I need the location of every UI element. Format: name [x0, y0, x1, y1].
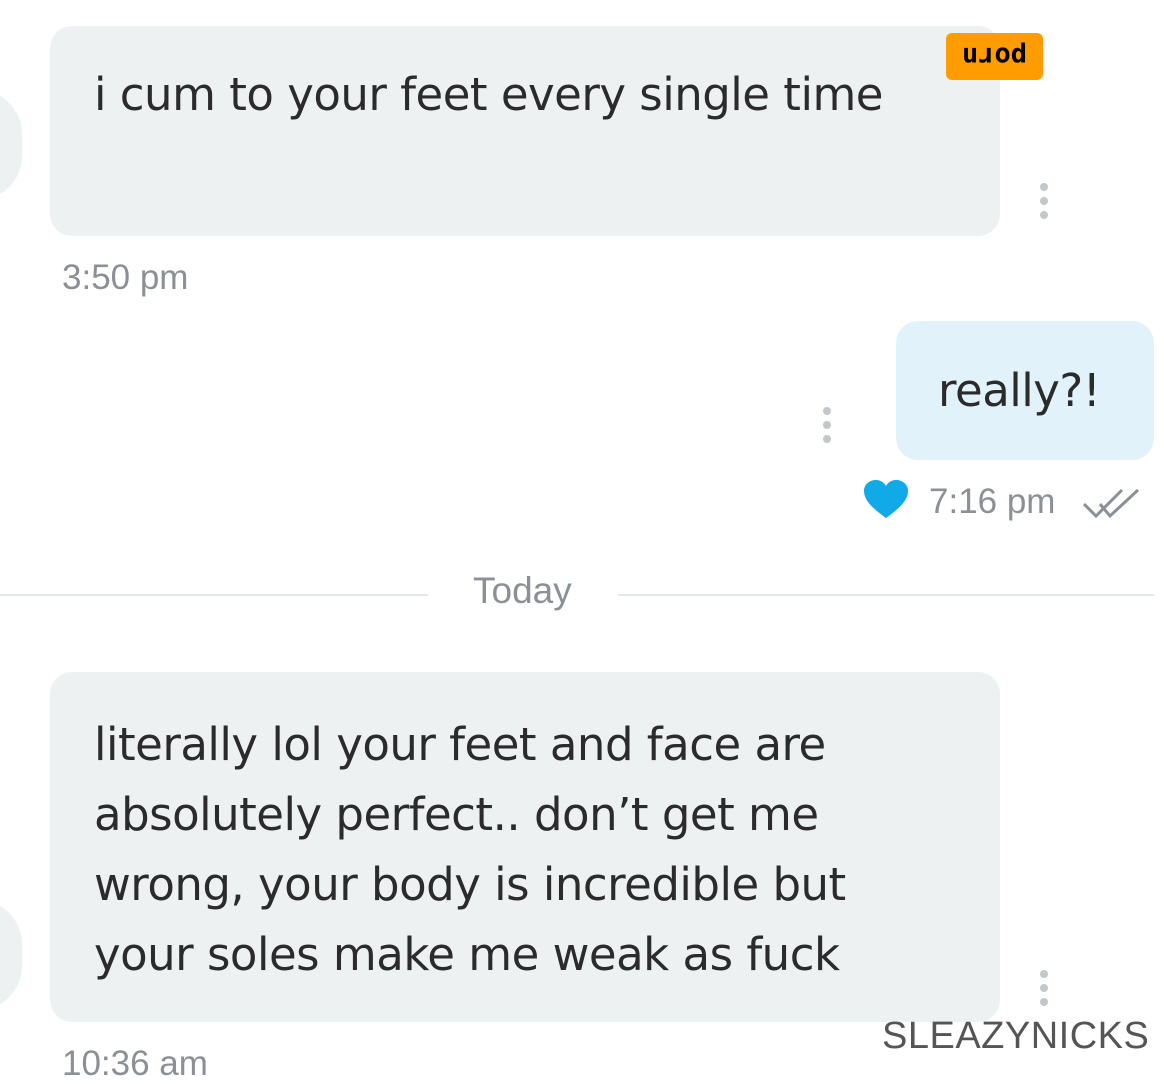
message-text: really?! — [938, 363, 1101, 417]
message-time: 10:36 am — [62, 1044, 208, 1083]
message-time: 3:50 pm — [62, 258, 189, 297]
watermark: SLEAZYNICKS — [882, 1015, 1150, 1057]
sender-avatar[interactable] — [0, 900, 22, 1010]
date-divider-label: Today — [473, 570, 572, 611]
heart-icon[interactable] — [864, 480, 908, 520]
double-check-icon — [1082, 488, 1140, 519]
sender-avatar[interactable] — [0, 90, 22, 200]
message-bubble-outgoing[interactable]: really?! — [896, 321, 1154, 460]
more-options-icon[interactable] — [1037, 970, 1051, 1006]
message-text: i cum to your feet every single time — [94, 68, 883, 121]
porn-badge: porn — [946, 33, 1043, 80]
date-divider-line — [0, 594, 428, 596]
message-time: 7:16 pm — [929, 482, 1056, 521]
more-options-icon[interactable] — [1037, 183, 1051, 219]
more-options-icon[interactable] — [820, 407, 834, 443]
date-divider-line — [618, 594, 1154, 596]
message-text: literally lol your feet and face are abs… — [94, 718, 846, 981]
porn-badge-text: porn — [961, 41, 1028, 72]
message-bubble-incoming[interactable]: literally lol your feet and face are abs… — [50, 672, 1000, 1022]
message-bubble-incoming[interactable]: i cum to your feet every single time — [50, 26, 1000, 236]
